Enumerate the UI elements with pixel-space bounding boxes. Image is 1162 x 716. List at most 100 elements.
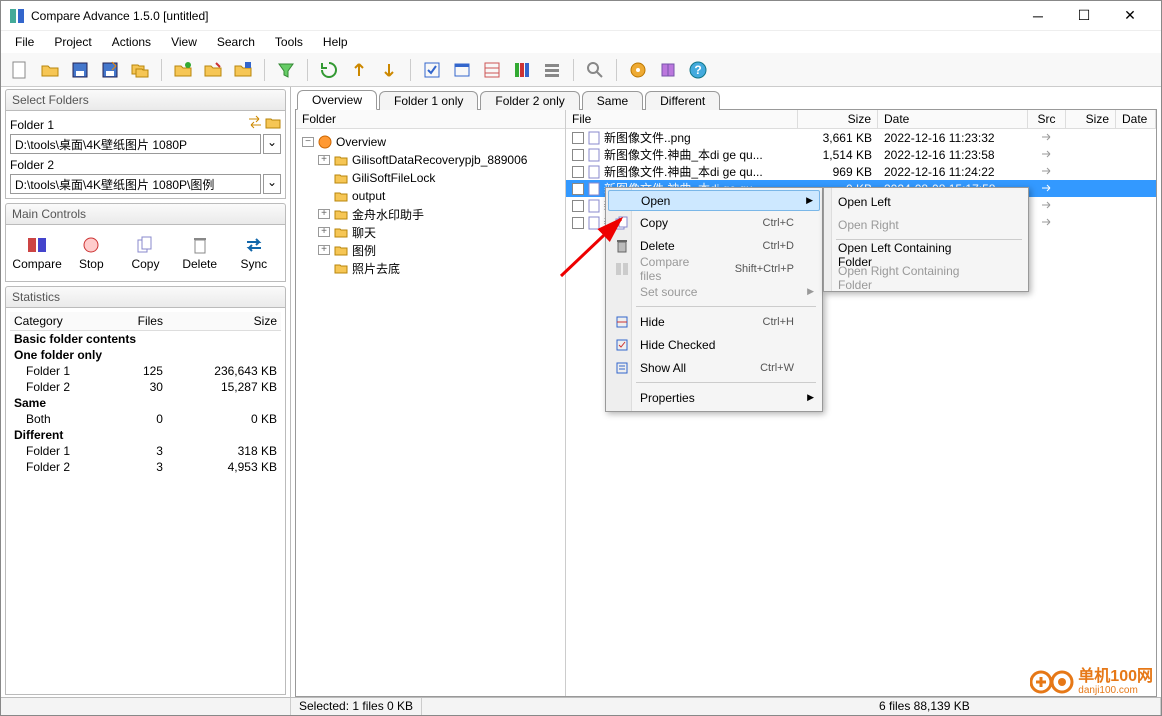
row-checkbox[interactable] [572, 183, 584, 195]
file-icon [588, 199, 600, 213]
tree-item[interactable]: +金舟水印助手 [298, 205, 563, 223]
ctx-copy[interactable]: CopyCtrl+C [608, 211, 820, 234]
tab-folder2-only[interactable]: Folder 2 only [480, 91, 579, 110]
file-row[interactable]: 新图像文件..png3,661 KB2022-12-16 11:23:32 [566, 129, 1156, 146]
folder1-label: Folder 1 [10, 118, 54, 132]
list-icon[interactable] [539, 57, 565, 83]
ctx-open[interactable]: Open▶ [608, 190, 820, 211]
maximize-button[interactable]: ☐ [1061, 1, 1107, 31]
file-row[interactable]: 新图像文件.神曲_本di ge qu...969 KB2022-12-16 11… [566, 163, 1156, 180]
menu-actions[interactable]: Actions [102, 33, 161, 51]
menu-tools[interactable]: Tools [265, 33, 313, 51]
col-size[interactable]: Size [798, 110, 878, 128]
showall-icon [612, 361, 632, 375]
subctx-open-left[interactable]: Open Left [826, 190, 1026, 213]
file-icon [588, 131, 600, 145]
ctx-compare-files: Compare filesShift+Ctrl+P [608, 257, 820, 280]
book-icon[interactable] [655, 57, 681, 83]
subctx-open-right: Open Right [826, 213, 1026, 236]
open-icon[interactable] [37, 57, 63, 83]
ctx-hide-checked[interactable]: Hide Checked [608, 333, 820, 356]
help-icon[interactable]: ? [685, 57, 711, 83]
copy-button[interactable]: Copy [121, 235, 169, 271]
folder-action3-icon[interactable] [230, 57, 256, 83]
tree-item[interactable]: +GilisoftDataRecoverypjb_889006 [298, 151, 563, 169]
ctx-show-all[interactable]: Show AllCtrl+W [608, 356, 820, 379]
status-bar: Selected: 1 files 0 KB 6 files 88,139 KB [1, 697, 1161, 715]
folder2-dropdown-icon[interactable]: ⌄ [263, 174, 281, 194]
row-checkbox[interactable] [572, 166, 584, 178]
tree-item[interactable]: +图例 [298, 241, 563, 259]
sync-button[interactable]: Sync [230, 235, 278, 271]
filter-icon[interactable] [273, 57, 299, 83]
context-submenu-open: Open Left Open Right Open Left Containin… [823, 187, 1029, 292]
compare-button[interactable]: Compare [13, 235, 61, 271]
row-checkbox[interactable] [572, 217, 584, 229]
import-icon[interactable] [376, 57, 402, 83]
folder-action2-icon[interactable] [200, 57, 226, 83]
col-src[interactable]: Src [1028, 110, 1066, 128]
close-button[interactable]: ✕ [1107, 1, 1153, 31]
tab-folder1-only[interactable]: Folder 1 only [379, 91, 478, 110]
trash-icon [612, 239, 632, 253]
tree-item[interactable]: 照片去底 [298, 259, 563, 277]
file-row[interactable]: 新图像文件.神曲_本di ge qu...1,514 KB2022-12-16 … [566, 146, 1156, 163]
tab-different[interactable]: Different [645, 91, 720, 110]
tree-item[interactable]: output [298, 187, 563, 205]
row-checkbox[interactable] [572, 132, 584, 144]
refresh-icon[interactable] [316, 57, 342, 83]
watermark-logo: 单机100网danji100.com [1030, 667, 1153, 697]
browse-folder1-icon[interactable] [265, 115, 281, 132]
tree-root[interactable]: − Overview [298, 133, 563, 151]
stop-button[interactable]: Stop [67, 235, 115, 271]
src-arrow-icon [1040, 166, 1054, 176]
src-arrow-icon [1040, 200, 1054, 210]
left-panel: Select Folders Folder 1 ⌄ Folder 2 [1, 87, 291, 697]
col-date2[interactable]: Date [1116, 110, 1156, 128]
ctx-hide[interactable]: HideCtrl+H [608, 310, 820, 333]
file-icon [588, 148, 600, 162]
columns-icon[interactable] [509, 57, 535, 83]
new-icon[interactable] [7, 57, 33, 83]
col-size2[interactable]: Size [1066, 110, 1116, 128]
menu-view[interactable]: View [161, 33, 207, 51]
src-arrow-icon [1040, 183, 1054, 193]
folder1-dropdown-icon[interactable]: ⌄ [263, 134, 281, 154]
folder2-input[interactable] [10, 174, 261, 194]
collapse-icon[interactable]: − [302, 137, 314, 147]
grid-icon[interactable] [479, 57, 505, 83]
menu-file[interactable]: File [5, 33, 44, 51]
row-checkbox[interactable] [572, 149, 584, 161]
save-icon[interactable] [67, 57, 93, 83]
menu-search[interactable]: Search [207, 33, 265, 51]
folder1-input[interactable] [10, 134, 261, 154]
tab-overview[interactable]: Overview [297, 90, 377, 110]
tab-same[interactable]: Same [582, 91, 643, 110]
folder-pair-icon[interactable] [127, 57, 153, 83]
saveas-icon[interactable] [97, 57, 123, 83]
window-icon[interactable] [449, 57, 475, 83]
select-folders-header: Select Folders [5, 89, 286, 111]
col-date[interactable]: Date [878, 110, 1028, 128]
delete-button[interactable]: Delete [176, 235, 224, 271]
menu-help[interactable]: Help [313, 33, 358, 51]
hide-checked-icon [612, 338, 632, 352]
export-icon[interactable] [346, 57, 372, 83]
check-icon[interactable] [419, 57, 445, 83]
main-controls-header: Main Controls [5, 203, 286, 225]
file-icon [588, 165, 600, 179]
status-total: 6 files 88,139 KB [871, 698, 1161, 715]
minimize-button[interactable]: ─ [1015, 1, 1061, 31]
ctx-properties[interactable]: Properties▶ [608, 386, 820, 409]
folder-tree-pane: Folder − Overview +GilisoftDataRecoveryp… [296, 110, 566, 696]
col-file[interactable]: File [566, 110, 798, 128]
tree-item[interactable]: GiliSoftFileLock [298, 169, 563, 187]
swap-folders-icon[interactable] [247, 115, 263, 132]
ctx-set-source: Set source▶ [608, 280, 820, 303]
tree-item[interactable]: +聊天 [298, 223, 563, 241]
folder-action1-icon[interactable] [170, 57, 196, 83]
settings-icon[interactable] [625, 57, 651, 83]
row-checkbox[interactable] [572, 200, 584, 212]
search-icon[interactable] [582, 57, 608, 83]
menu-project[interactable]: Project [44, 33, 101, 51]
